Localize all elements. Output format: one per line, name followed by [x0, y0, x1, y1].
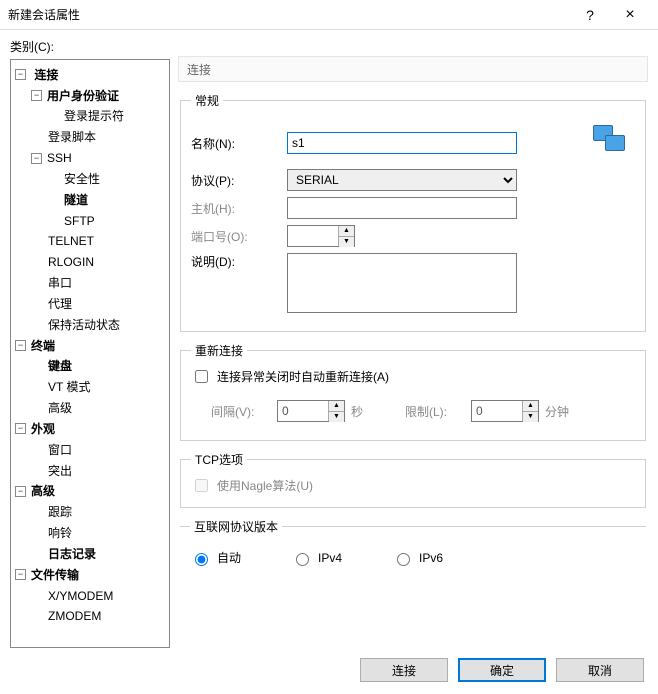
tree-keepalive[interactable]: 保持活动状态: [46, 318, 122, 332]
spin-up-icon: ▲: [523, 401, 538, 412]
help-icon[interactable]: ?: [570, 7, 610, 23]
limit-label: 限制(L):: [405, 403, 465, 420]
nagle-input: [195, 479, 208, 492]
panel-header-text: 连接: [187, 61, 211, 78]
connect-button[interactable]: 连接: [360, 658, 448, 682]
auto-reconnect-checkbox[interactable]: 连接异常关闭时自动重新连接(A): [191, 367, 389, 386]
titlebar: 新建会话属性 ? ×: [0, 0, 658, 30]
interval-unit: 秒: [351, 403, 363, 420]
reconnect-group: 重新连接 连接异常关闭时自动重新连接(A) 间隔(V): ▲▼ 秒 限制(L):: [180, 342, 646, 441]
tree-login-script[interactable]: 登录脚本: [46, 130, 98, 144]
tree-user-auth[interactable]: 用户身份验证: [45, 89, 121, 103]
general-legend: 常规: [191, 92, 223, 109]
collapse-icon[interactable]: −: [15, 69, 26, 80]
tree-appearance[interactable]: 外观: [29, 422, 57, 436]
window-title: 新建会话属性: [8, 6, 570, 23]
general-group: 常规 名称(N): 协议(P): SERIAL 主机(H):: [180, 92, 646, 332]
description-textarea[interactable]: [287, 253, 517, 313]
tree-highlight[interactable]: 突出: [46, 464, 74, 478]
tcp-legend: TCP选项: [191, 451, 247, 468]
spin-down-icon: ▼: [329, 412, 344, 422]
port-spinner: ▲▼: [287, 225, 355, 247]
host-label: 主机(H):: [191, 200, 281, 217]
cancel-button[interactable]: 取消: [556, 658, 644, 682]
tree-bell[interactable]: 响铃: [46, 526, 74, 540]
category-label: 类别(C):: [10, 38, 170, 55]
name-input[interactable]: [287, 132, 517, 154]
tree-zmodem[interactable]: ZMODEM: [46, 609, 103, 623]
auto-reconnect-label: 连接异常关闭时自动重新连接(A): [217, 368, 389, 385]
tree-log[interactable]: 日志记录: [46, 547, 98, 561]
tree-serial[interactable]: 串口: [46, 276, 74, 290]
tcp-group: TCP选项 使用Nagle算法(U): [180, 451, 646, 508]
ipver-ipv6-radio[interactable]: IPv6: [392, 550, 443, 566]
tree-vtmode[interactable]: VT 模式: [46, 380, 92, 394]
ipver-legend: 互联网协议版本: [190, 518, 282, 535]
tree-tunnel[interactable]: 隧道: [62, 193, 90, 207]
collapse-icon[interactable]: −: [31, 90, 42, 101]
tree-window[interactable]: 窗口: [46, 443, 74, 457]
ipver-auto-radio[interactable]: 自动: [190, 549, 241, 566]
auto-reconnect-input[interactable]: [195, 370, 208, 383]
nagle-checkbox: 使用Nagle算法(U): [191, 476, 313, 495]
tree-ssh[interactable]: SSH: [45, 151, 74, 165]
tree-filetransfer[interactable]: 文件传输: [29, 568, 81, 582]
nagle-label: 使用Nagle算法(U): [217, 477, 313, 494]
tree-proxy[interactable]: 代理: [46, 297, 74, 311]
interval-label: 间隔(V):: [211, 403, 271, 420]
collapse-icon[interactable]: −: [15, 486, 26, 497]
ok-button[interactable]: 确定: [458, 658, 546, 682]
tree-advanced-terminal[interactable]: 高级: [46, 401, 74, 415]
device-icon: [589, 123, 629, 163]
spin-up-icon: ▲: [339, 226, 354, 237]
ipver-group: 互联网协议版本 自动 IPv4 IPv6: [180, 518, 646, 578]
tree-xymodem[interactable]: X/YMODEM: [46, 589, 115, 603]
tree-connection[interactable]: 连接: [32, 68, 60, 82]
interval-input: [278, 401, 328, 421]
tree-terminal[interactable]: 终端: [29, 339, 57, 353]
interval-spinner: ▲▼: [277, 400, 345, 422]
spin-up-icon: ▲: [329, 401, 344, 412]
spin-down-icon: ▼: [523, 412, 538, 422]
close-icon[interactable]: ×: [610, 6, 650, 24]
limit-unit: 分钟: [545, 403, 569, 420]
tree-keyboard[interactable]: 键盘: [46, 359, 74, 373]
limit-input: [472, 401, 522, 421]
tree-security[interactable]: 安全性: [62, 172, 102, 186]
ipver-ipv4-radio[interactable]: IPv4: [291, 550, 342, 566]
tree-trace[interactable]: 跟踪: [46, 505, 74, 519]
category-tree[interactable]: − 连接 −用户身份验证 登录提示符 登录脚本 −SSH 安全性 隧道: [10, 59, 170, 648]
host-input: [287, 197, 517, 219]
desc-label: 说明(D):: [191, 253, 281, 270]
panel-header: 连接: [178, 56, 648, 82]
port-label: 端口号(O):: [191, 228, 281, 245]
tree-advanced[interactable]: 高级: [29, 484, 57, 498]
collapse-icon[interactable]: −: [15, 569, 26, 580]
collapse-icon[interactable]: −: [15, 423, 26, 434]
collapse-icon[interactable]: −: [31, 153, 42, 164]
protocol-label: 协议(P):: [191, 172, 281, 189]
tree-sftp[interactable]: SFTP: [62, 214, 97, 228]
protocol-select[interactable]: SERIAL: [287, 169, 517, 191]
reconnect-legend: 重新连接: [191, 342, 247, 359]
tree-rlogin[interactable]: RLOGIN: [46, 255, 96, 269]
tree-login-prompt[interactable]: 登录提示符: [62, 109, 126, 123]
collapse-icon[interactable]: −: [15, 340, 26, 351]
dialog-footer: 连接 确定 取消: [0, 648, 658, 694]
tree-telnet[interactable]: TELNET: [46, 234, 96, 248]
spin-down-icon: ▼: [339, 237, 354, 247]
port-input: [288, 226, 338, 246]
name-label: 名称(N):: [191, 135, 281, 152]
limit-spinner: ▲▼: [471, 400, 539, 422]
